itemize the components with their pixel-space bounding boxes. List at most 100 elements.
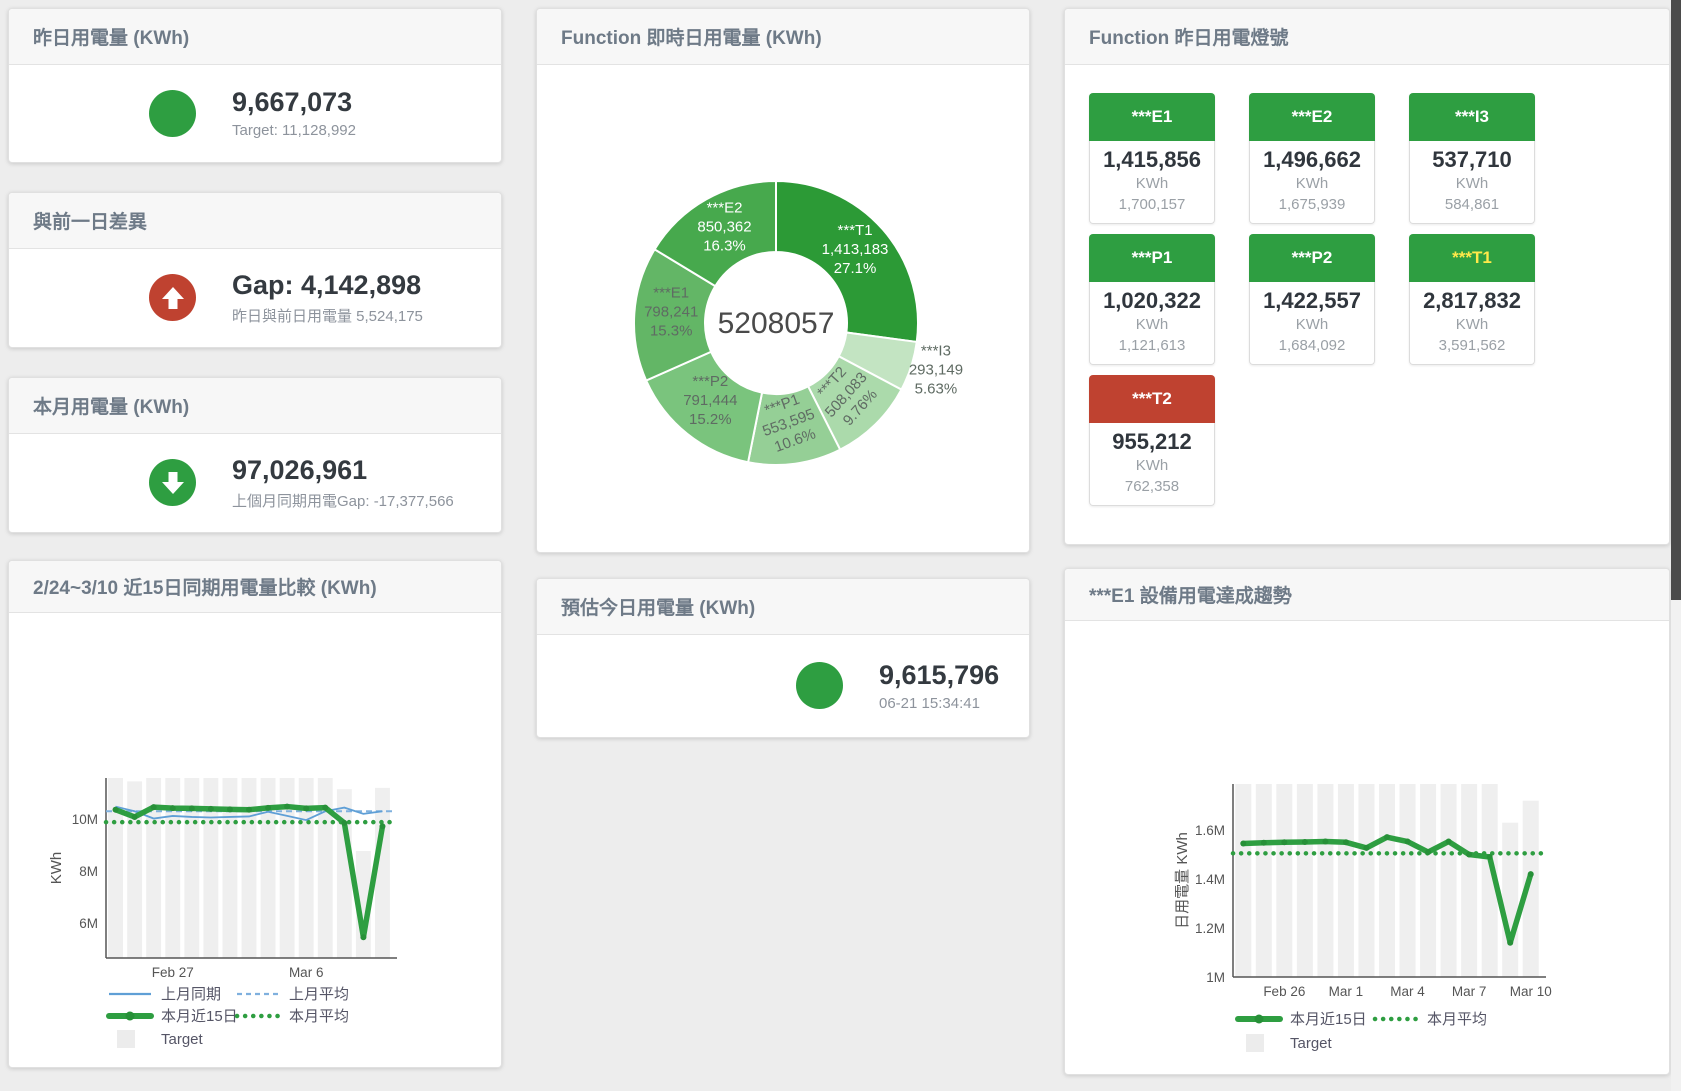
light-tile-P2[interactable]: ***P21,422,557KWh1,684,092 <box>1249 234 1375 365</box>
light-tile-I3[interactable]: ***I3537,710KWh584,861 <box>1409 93 1535 224</box>
target-bar[interactable] <box>1297 784 1313 977</box>
tile-label: ***T2 <box>1089 375 1215 423</box>
gap-value: Gap: 4,142,898 <box>232 270 423 300</box>
target-bar[interactable] <box>375 788 390 958</box>
this-month-point[interactable] <box>322 805 328 811</box>
y-tick-label: 1M <box>1206 970 1225 985</box>
target-bar[interactable] <box>1502 823 1518 977</box>
light-tile-T2[interactable]: ***T2955,212KWh762,358 <box>1089 375 1215 506</box>
target-bar[interactable] <box>1276 784 1292 977</box>
this-month-point[interactable] <box>1405 839 1411 845</box>
this-month-point[interactable] <box>341 820 347 826</box>
this-month-point[interactable] <box>1261 840 1267 846</box>
legend-item-green-dot[interactable]: 本月平均 <box>237 1008 349 1025</box>
this-month-point[interactable] <box>189 805 195 811</box>
tile-label: ***P1 <box>1089 234 1215 282</box>
light-tile-E2[interactable]: ***E21,496,662KWh1,675,939 <box>1249 93 1375 224</box>
this-month-point[interactable] <box>1425 849 1431 855</box>
this-month-point[interactable] <box>1507 940 1513 946</box>
target-bar[interactable] <box>1461 784 1477 977</box>
light-tile-P1[interactable]: ***P11,020,322KWh1,121,613 <box>1089 234 1215 365</box>
legend-item-green-thick[interactable]: 本月近15日 <box>1238 1011 1367 1028</box>
target-bar[interactable] <box>203 778 218 958</box>
this-month-point[interactable] <box>1240 841 1246 847</box>
target-bar[interactable] <box>1235 784 1251 977</box>
legend-item-green-dot[interactable]: 本月平均 <box>1375 1011 1487 1028</box>
e1-trend-chart[interactable]: 1M1.2M1.4M1.6MFeb 26Mar 1Mar 4Mar 7Mar 1… <box>1065 621 1669 1074</box>
this-month-point[interactable] <box>1343 839 1349 845</box>
legend-item-blue-dash[interactable]: 上月平均 <box>237 986 349 1003</box>
this-month-point[interactable] <box>360 934 366 940</box>
this-month-point[interactable] <box>208 806 214 812</box>
this-month-point[interactable] <box>151 804 157 810</box>
target-bar[interactable] <box>1420 784 1436 977</box>
card-e1-trend: ***E1 設備用電達成趨勢 1M1.2M1.4M1.6MFeb 26Mar 1… <box>1064 568 1670 1075</box>
legend-label: 本月平均 <box>289 1008 349 1025</box>
arrow-down-circle-icon <box>149 459 196 506</box>
target-bar[interactable] <box>1441 784 1457 977</box>
light-tile-T1[interactable]: ***T12,817,832KWh3,591,562 <box>1409 234 1535 365</box>
donut-chart-title: Function 即時日用電量 (KWh) <box>537 9 1029 65</box>
this-month-point[interactable] <box>132 814 138 820</box>
tile-target: 762,358 <box>1090 477 1214 497</box>
target-bar[interactable] <box>337 789 352 958</box>
legend-label: 本月近15日 <box>161 1008 238 1025</box>
page-scrollbar-thumb[interactable] <box>1671 0 1681 600</box>
y-tick-label: 10M <box>72 812 98 827</box>
this-month-point[interactable] <box>1281 839 1287 845</box>
target-bar[interactable] <box>222 778 237 958</box>
target-bar[interactable] <box>1400 784 1416 977</box>
this-month-point[interactable] <box>284 804 290 810</box>
tile-unit: KWh <box>1090 456 1214 476</box>
compare-chart-title: 2/24~3/10 近15日同期用電量比較 (KWh) <box>9 561 501 613</box>
target-bar[interactable] <box>1338 784 1354 977</box>
light-tile-E1[interactable]: ***E11,415,856KWh1,700,157 <box>1089 93 1215 224</box>
target-bar[interactable] <box>1317 784 1333 977</box>
this-month-point[interactable] <box>1363 845 1369 851</box>
this-month-point[interactable] <box>265 805 271 811</box>
this-month-point[interactable] <box>1528 871 1534 877</box>
estimate-value: 9,615,796 <box>879 660 999 690</box>
status-circle-icon <box>149 90 196 137</box>
this-month-point[interactable] <box>170 805 176 811</box>
tile-unit: KWh <box>1250 315 1374 335</box>
this-month-point[interactable] <box>1302 839 1308 845</box>
x-tick-label: Feb 27 <box>152 965 194 980</box>
this-month-point[interactable] <box>113 807 119 813</box>
e1-trend-title: ***E1 設備用電達成趨勢 <box>1065 569 1669 621</box>
tile-value: 2,817,832 <box>1410 288 1534 314</box>
target-bar[interactable] <box>1358 784 1374 977</box>
card-month-usage: 本月用電量 (KWh) 97,026,961 上個月同期用電Gap: -17,3… <box>8 377 502 533</box>
legend-item-gray-box[interactable]: Target <box>1246 1034 1333 1052</box>
donut-center-total: 5208057 <box>718 307 835 340</box>
this-month-point[interactable] <box>1384 834 1390 840</box>
target-bar[interactable] <box>184 778 199 958</box>
card-yesterday-lights: Function 昨日用電燈號 ***E11,415,856KWh1,700,1… <box>1064 8 1670 545</box>
gap-sub: 昨日與前日用電量 5,524,175 <box>232 305 423 326</box>
this-month-point[interactable] <box>1322 839 1328 845</box>
this-month-point[interactable] <box>303 805 309 811</box>
lights-tiles-grid: ***E11,415,856KWh1,700,157 ***E21,496,662… <box>1065 65 1669 506</box>
y-axis-title: 日用電量 KWh <box>1174 832 1191 929</box>
legend-item-gray-box[interactable]: Target <box>117 1030 204 1048</box>
target-bar[interactable] <box>1379 784 1395 977</box>
target-bar[interactable] <box>242 778 257 958</box>
this-month-point[interactable] <box>227 806 233 812</box>
this-month-point[interactable] <box>379 823 385 829</box>
target-bar[interactable] <box>127 781 142 958</box>
this-month-point[interactable] <box>1487 854 1493 860</box>
this-month-point[interactable] <box>246 807 252 813</box>
target-bar[interactable] <box>1256 784 1272 977</box>
this-month-point[interactable] <box>1446 839 1452 845</box>
target-bar[interactable] <box>299 778 314 958</box>
realtime-usage-donut-chart[interactable]: ***T11,413,18327.1%***I3293,1495.63%***T… <box>537 65 1029 552</box>
tile-label: ***E1 <box>1089 93 1215 141</box>
compare-15days-chart[interactable]: 6M8M10MFeb 27Mar 6KWh上月同期上月平均本月近15日本月平均T… <box>9 613 501 1067</box>
tile-unit: KWh <box>1090 315 1214 335</box>
this-month-point[interactable] <box>1466 852 1472 858</box>
target-bar[interactable] <box>165 778 180 958</box>
legend-item-green-thick[interactable]: 本月近15日 <box>109 1008 238 1025</box>
legend-item-blue-line[interactable]: 上月同期 <box>109 986 221 1003</box>
tile-unit: KWh <box>1410 174 1534 194</box>
target-bar[interactable] <box>108 778 123 958</box>
